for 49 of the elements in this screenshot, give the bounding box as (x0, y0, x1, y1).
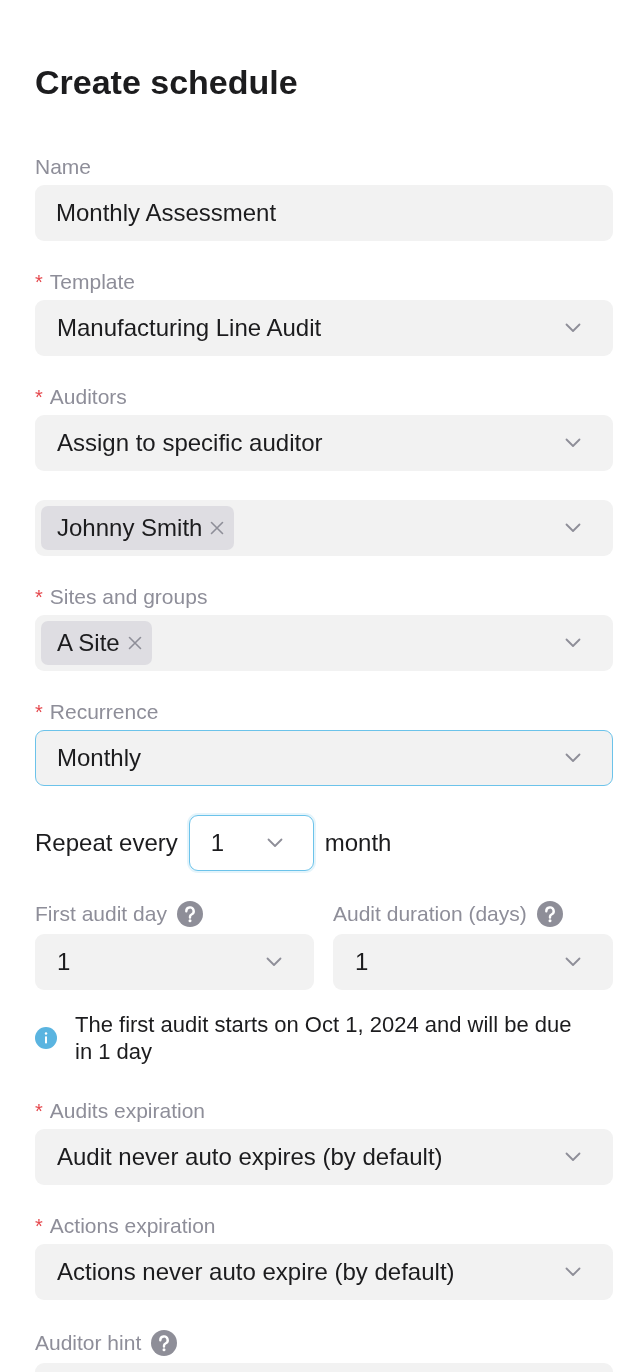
field-label: Audits expiration (49, 1099, 206, 1123)
help-icon[interactable] (151, 1330, 178, 1356)
required-mark: * (35, 1214, 43, 1232)
close-icon[interactable] (210, 521, 225, 535)
chevron-down-icon (565, 523, 581, 533)
chevron-down-icon (565, 438, 581, 448)
info-icon (35, 1027, 57, 1049)
multi-select-field[interactable]: Johnny Smith (35, 500, 613, 556)
help-icon[interactable] (536, 901, 563, 927)
repeat-label: Repeat every (35, 829, 178, 857)
chevron-down-icon (266, 957, 282, 967)
chevron-down-icon (266, 838, 283, 848)
field-label: Sites and groups (49, 585, 208, 609)
chevron-down-icon (565, 638, 581, 648)
chevron-down-icon (565, 1152, 581, 1162)
field-label: Auditors (49, 385, 127, 409)
tag-label: A Site (57, 629, 120, 657)
dropdown[interactable]: Manufacturing Line Audit (35, 300, 613, 356)
page-title: Create schedule (35, 62, 299, 103)
unit-label: month (324, 829, 392, 857)
dropdown[interactable]: Actions never auto expire (by default) (35, 1244, 613, 1300)
required-mark: * (35, 700, 43, 718)
dropdown[interactable]: Audit never auto expires (by default) (35, 1129, 613, 1185)
field-label: Audit duration (days) (333, 902, 527, 926)
chevron-down-icon (565, 753, 581, 763)
field-label: Recurrence (49, 700, 159, 724)
text-input[interactable]: Monthly Assessment (35, 185, 613, 241)
dropdown[interactable]: Monthly (35, 730, 613, 786)
info-message: The first audit starts on Oct 1, 2024 and will be due in 1 day (75, 1011, 573, 1065)
dropdown[interactable]: Assign to specific auditor (35, 415, 613, 471)
chevron-down-icon (565, 957, 581, 967)
field-label: First audit day (35, 902, 167, 926)
field-label: Name (35, 155, 92, 179)
dropdown[interactable]: 1 (333, 934, 613, 990)
chevron-down-icon (565, 1267, 581, 1277)
required-mark: * (35, 385, 43, 403)
required-mark: * (35, 585, 43, 603)
field-label: Auditor hint (35, 1331, 142, 1355)
help-icon[interactable] (176, 901, 203, 927)
field-label: Actions expiration (49, 1214, 216, 1238)
interval-dropdown[interactable]: 1 (188, 815, 314, 871)
close-icon[interactable] (127, 636, 142, 650)
chevron-down-icon (565, 323, 581, 333)
required-mark: * (35, 1099, 43, 1117)
dropdown[interactable]: 1 (35, 934, 314, 990)
tag-label: Johnny Smith (57, 514, 203, 542)
required-mark: * (35, 270, 43, 288)
multi-select-field[interactable]: A Site (35, 615, 613, 671)
field-label: Template (49, 270, 135, 294)
